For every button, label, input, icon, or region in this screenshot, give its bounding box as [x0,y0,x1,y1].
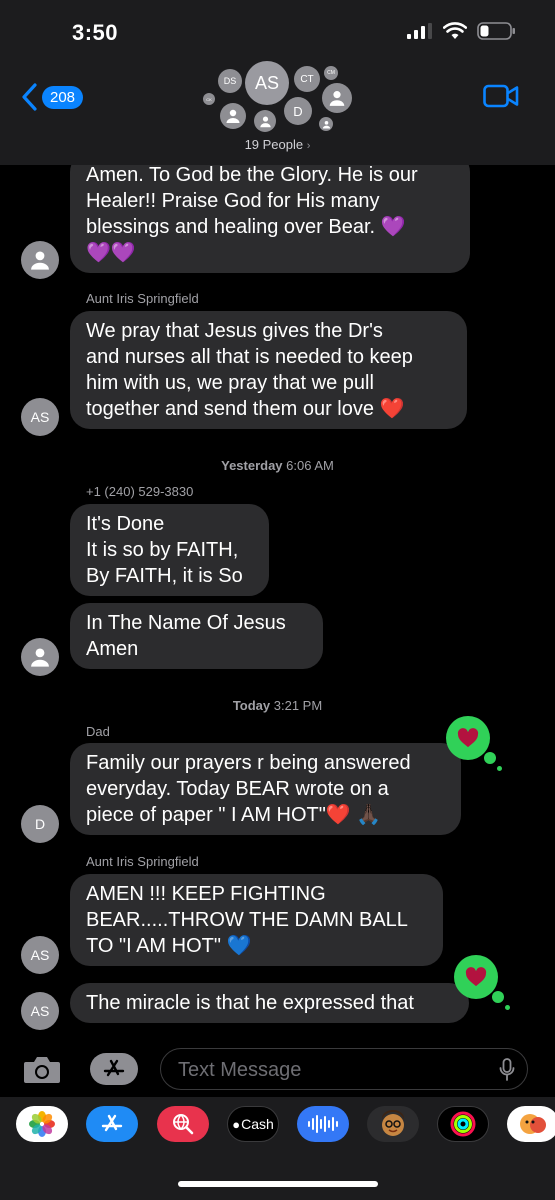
conversation-header: 3:50 208 DS AS CT CM CK D 19 People › [0,0,555,165]
message-line: piece of paper " I AM HOT"❤️ 🙏🏿 [86,804,382,826]
photos-icon [29,1111,55,1137]
heart-icon [457,728,479,748]
app-store-icon [103,1059,125,1077]
message-line: TO "I AM HOT" 💙 [86,935,252,957]
avatar-ck: CK [203,93,215,105]
message-line: BEAR.....THROW THE DAMN BALL [86,909,408,931]
message-line: Amen [86,638,139,660]
avatar[interactable]: AS [21,398,59,436]
person-avatar-icon [31,648,49,667]
timestamp-time: 3:21 PM [273,698,323,713]
globe-search-icon [173,1114,194,1135]
message-line: blessings and healing over Bear. 💜 [86,216,406,238]
waveform-icon [308,1115,338,1133]
person-avatar-icon [220,103,246,129]
reaction-tail [497,766,502,771]
message-line: AMEN !!! KEEP FIGHTING [86,883,326,905]
message-line: By FAITH, it is So [86,565,243,587]
message-line: Healer!! Praise God for His many [86,190,380,212]
person-avatar-icon [254,110,276,132]
message-input[interactable]: Text Message [160,1048,528,1090]
avatar[interactable] [21,638,59,676]
message-thread[interactable]: Amen. To God be the Glory. He is our Hea… [0,165,555,1045]
stickers-app-button[interactable] [507,1106,555,1142]
message-line: In The Name Of Jesus [86,612,286,634]
message-bubble[interactable]: In The Name Of Jesus Amen [70,603,323,669]
home-indicator[interactable] [178,1181,378,1187]
message-bubble[interactable]: Amen. To God be the Glory. He is our Hea… [70,165,470,273]
message-line: Amen. To God be the Glory. He is our [86,165,418,186]
timestamp-day: Yesterday [221,458,283,473]
avatar[interactable] [21,241,59,279]
chevron-right-icon: › [306,140,311,152]
avatar-ds: DS [218,69,242,93]
people-count: 19 People [244,137,304,152]
sender-name: +1 (240) 529-3830 [86,484,194,499]
sender-name: Dad [86,724,110,739]
audio-message-app-button[interactable] [297,1106,349,1142]
group-avatar-cluster[interactable]: DS AS CT CM CK D [0,0,555,140]
person-avatar-icon [322,83,352,113]
video-camera-icon [483,84,519,108]
memoji-icon [382,1110,404,1136]
person-avatar-icon [319,117,333,131]
avatar-d: D [284,97,312,125]
photos-app-button[interactable] [16,1106,68,1142]
heart-reaction[interactable] [446,716,502,771]
camera-button[interactable] [22,1055,62,1090]
avatar[interactable]: AS [21,992,59,1030]
avatar-cm: CM [324,66,338,80]
heart-reaction[interactable] [454,955,510,1010]
cash-label: Cash [241,1116,274,1132]
memoji-app-button[interactable] [367,1106,419,1142]
sticker-face-icon [520,1114,546,1134]
person-avatar-icon [31,251,49,270]
heart-icon [465,967,487,987]
camera-icon [24,1057,60,1083]
message-line: together and send them our love ❤️ [86,398,405,420]
cash-app-button[interactable]: ● Cash [227,1106,279,1142]
timestamp: Today 3:21 PM [0,698,555,713]
fitness-app-button[interactable] [437,1106,489,1142]
web-search-app-button[interactable] [157,1106,209,1142]
message-bubble[interactable]: Family our prayers r being answered ever… [70,743,461,835]
message-line: It's Done [86,513,165,535]
message-line: 💜💜 [86,242,136,264]
timestamp-day: Today [232,698,271,713]
compose-bar: Text Message [0,1045,555,1097]
message-bubble[interactable]: AMEN !!! KEEP FIGHTING BEAR.....THROW TH… [70,874,443,966]
apple-logo-icon: ● [232,1116,241,1132]
timestamp-time: 6:06 AM [286,458,334,473]
message-line: Family our prayers r being answered [86,752,411,774]
message-line: The miracle is that he expressed that [86,992,414,1014]
app-store-icon [101,1114,123,1132]
group-members-link[interactable]: 19 People › [0,137,555,152]
avatar[interactable]: AS [21,936,59,974]
message-line: It is so by FAITH, [86,539,239,561]
sender-name: Aunt Iris Springfield [86,291,199,306]
activity-rings-icon [450,1111,476,1137]
message-input-placeholder: Text Message [178,1059,302,1081]
app-store-button[interactable] [90,1053,138,1085]
video-call-button[interactable] [483,84,519,113]
avatar-ct: CT [294,66,320,92]
message-bubble[interactable]: We pray that Jesus gives the Dr's and nu… [70,311,467,429]
timestamp: Yesterday 6:06 AM [0,458,555,473]
reaction-tail [505,1005,510,1010]
message-line: and nurses all that is needed to keep [86,346,413,368]
app-store-app-button[interactable] [86,1106,138,1142]
avatar-as: AS [245,61,289,105]
avatar[interactable]: D [21,805,59,843]
message-line: him with us, we pray that we pull [86,372,374,394]
message-bubble[interactable]: The miracle is that he expressed that [70,983,469,1023]
message-line: everyday. Today BEAR wrote on a [86,778,389,800]
sender-name: Aunt Iris Springfield [86,854,199,869]
message-bubble[interactable]: It's Done It is so by FAITH, By FAITH, i… [70,504,269,596]
microphone-icon[interactable] [499,1058,515,1082]
message-line: We pray that Jesus gives the Dr's [86,320,383,342]
